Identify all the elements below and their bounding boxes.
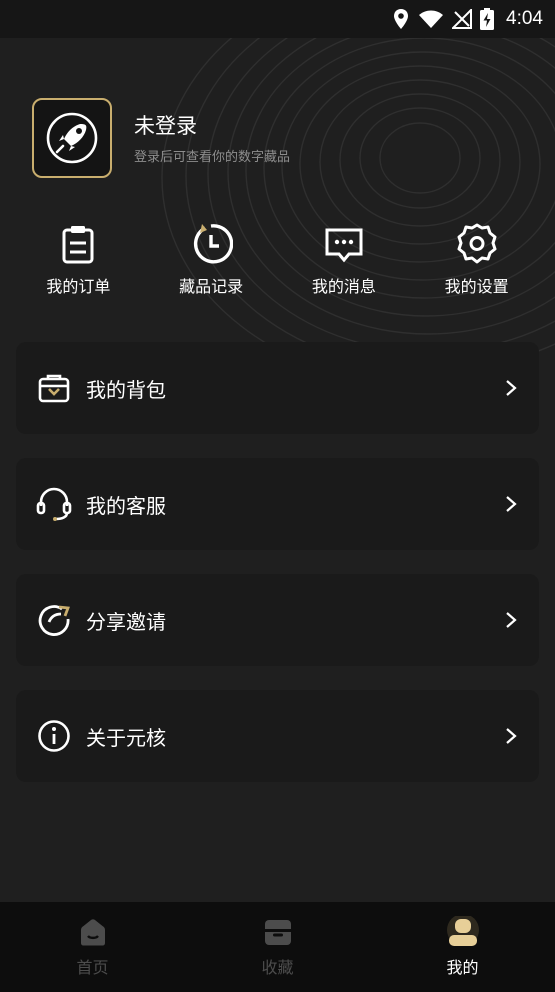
location-icon — [394, 9, 409, 29]
profile-header[interactable]: 未登录 登录后可查看你的数字藏品 — [32, 98, 290, 178]
nav-label-collection: 收藏 — [261, 958, 294, 977]
status-time: 4:04 — [506, 8, 543, 29]
clipboard-icon — [62, 226, 94, 264]
gear-icon — [457, 223, 497, 264]
home-icon — [80, 919, 105, 946]
chevron-right-icon — [506, 728, 517, 744]
quick-actions: 我的订单 藏品记录 我的消息 我的设置 — [12, 222, 543, 302]
my-messages-button[interactable]: 我的消息 — [289, 222, 399, 302]
menu-icon-wrap — [36, 370, 72, 406]
nav-label-mine: 我的 — [446, 958, 479, 977]
avatar[interactable] — [32, 98, 112, 178]
chevron-right-icon — [506, 380, 517, 396]
nav-collection[interactable]: 收藏 — [208, 916, 348, 978]
bottom-navigation: 首页 收藏 我的 — [0, 902, 555, 992]
menu-label-backpack: 我的背包 — [86, 377, 166, 402]
collection-records-button[interactable]: 藏品记录 — [156, 222, 266, 302]
menu-icon-wrap — [36, 602, 72, 638]
menu-label-share-invite: 分享邀请 — [86, 609, 166, 634]
no-signal-icon — [452, 9, 473, 29]
nav-mine[interactable]: 我的 — [393, 916, 533, 978]
chevron-right-icon — [506, 496, 517, 512]
history-clock-icon — [194, 224, 234, 264]
menu-item-share-invite[interactable]: 分享邀请 — [16, 574, 539, 666]
battery-charging-icon — [480, 8, 495, 30]
contour-pattern-background — [161, 38, 555, 358]
quick-label-settings: 我的设置 — [444, 277, 509, 296]
nav-label-home: 首页 — [76, 958, 109, 977]
login-hint: 登录后可查看你的数字藏品 — [134, 149, 291, 165]
menu-item-backpack[interactable]: 我的背包 — [16, 342, 539, 434]
info-icon — [38, 720, 70, 752]
menu-item-customer-service[interactable]: 我的客服 — [16, 458, 539, 550]
collection-box-icon — [264, 920, 291, 945]
rocket-logo-icon — [46, 112, 98, 164]
menu-icon-wrap — [36, 718, 72, 754]
chevron-right-icon — [506, 612, 517, 628]
menu-label-customer-service: 我的客服 — [86, 493, 166, 518]
backpack-icon — [38, 374, 70, 403]
nav-home[interactable]: 首页 — [23, 916, 163, 978]
quick-label-orders: 我的订单 — [46, 277, 111, 296]
my-orders-button[interactable]: 我的订单 — [23, 222, 133, 302]
quick-label-messages: 我的消息 — [311, 277, 376, 296]
login-status[interactable]: 未登录 — [134, 112, 290, 140]
status-bar: 4:04 — [0, 0, 555, 38]
quick-label-records: 藏品记录 — [179, 277, 244, 296]
menu-icon-wrap — [36, 486, 72, 522]
my-settings-button[interactable]: 我的设置 — [422, 222, 532, 302]
user-icon — [446, 916, 479, 946]
headset-icon — [36, 487, 72, 521]
menu-item-about[interactable]: 关于元核 — [16, 690, 539, 782]
message-icon — [325, 228, 363, 263]
share-icon — [38, 605, 70, 636]
wifi-icon — [419, 10, 444, 28]
menu-label-about: 关于元核 — [86, 725, 166, 750]
